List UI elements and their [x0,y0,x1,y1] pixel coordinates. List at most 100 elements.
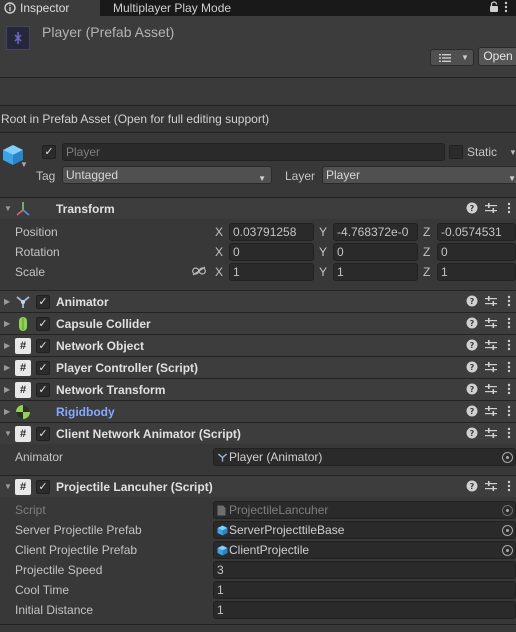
cool-time-field[interactable]: 1 [213,581,516,599]
foldout-open-icon[interactable]: ▼ [4,482,12,491]
client-projectile-field[interactable]: ClientProjectile [213,541,516,559]
preset-icon[interactable] [485,295,497,307]
filter-dropdown-button[interactable]: ▼ [430,49,474,66]
object-picker-icon[interactable] [502,525,513,536]
scale-x-field[interactable]: 1 [229,263,314,281]
component-player-controller-header[interactable]: ▶ # ✓ Player Controller (Script) ? [0,356,516,378]
axis-y-label[interactable]: Y [319,265,327,279]
axis-x-label[interactable]: X [215,225,223,239]
chevron-down-icon[interactable]: ▼ [20,160,28,169]
axis-z-label[interactable]: Z [423,225,430,239]
rotation-z-field[interactable]: 0 [437,243,516,261]
link-icon[interactable] [192,266,206,276]
preset-icon[interactable] [485,339,497,351]
preset-icon[interactable] [485,361,497,373]
lock-icon[interactable] [489,1,499,13]
svg-text:?: ? [470,385,475,394]
animator-object-field[interactable]: Player (Animator) [213,448,516,466]
component-tools: ? [466,404,516,420]
active-checkbox[interactable]: ✓ [42,145,56,159]
axis-y-label[interactable]: Y [319,245,327,259]
axis-z-label[interactable]: Z [423,265,430,279]
more-icon[interactable] [507,480,511,492]
component-transform-header[interactable]: ▼ Transform ? [0,197,516,219]
component-enabled-checkbox[interactable]: ✓ [36,339,50,353]
static-checkbox[interactable] [449,145,463,159]
component-enabled-checkbox[interactable]: ✓ [36,361,50,375]
foldout-closed-icon[interactable]: ▶ [4,297,10,306]
help-icon[interactable]: ? [466,427,478,439]
foldout-open-icon[interactable]: ▼ [4,204,12,213]
help-icon[interactable]: ? [466,383,478,395]
scale-z-field[interactable]: 1 [437,263,516,281]
chevron-down-icon: ▼ [508,174,516,183]
root-prefab-message: Root in Prefab Asset (Open for full edit… [0,106,516,132]
component-title: Transform [56,202,115,216]
object-picker-icon[interactable] [502,545,513,556]
preset-icon[interactable] [485,317,497,329]
rotation-y-field[interactable]: 0 [333,243,418,261]
component-enabled-checkbox[interactable]: ✓ [36,295,50,309]
component-enabled-checkbox[interactable]: ✓ [36,480,50,494]
object-picker-icon[interactable] [502,452,513,463]
projectile-speed-field[interactable]: 3 [213,561,516,579]
component-projectile-launcher-header[interactable]: ▼ # ✓ Projectile Lancuher (Script) ? [0,475,516,497]
position-z-field[interactable]: -0.0574531 [437,223,516,241]
svg-text:?: ? [470,363,475,372]
component-network-object-header[interactable]: ▶ # ✓ Network Object ? [0,334,516,356]
foldout-closed-icon[interactable]: ▶ [4,407,10,416]
component-enabled-checkbox[interactable]: ✓ [36,383,50,397]
more-icon[interactable] [507,339,511,351]
more-icon[interactable] [507,361,511,373]
component-rigidbody-header[interactable]: ▶ Rigidbody ? [0,400,516,422]
component-enabled-checkbox[interactable]: ✓ [36,427,50,441]
gameobject-name-field[interactable]: Player [62,143,445,161]
more-icon[interactable] [507,383,511,395]
help-icon[interactable]: ? [466,361,478,373]
tag-dropdown[interactable]: Untagged ▼ [62,166,272,184]
rotation-x-field[interactable]: 0 [229,243,314,261]
more-icon[interactable] [507,405,511,417]
preset-icon[interactable] [485,427,497,439]
foldout-closed-icon[interactable]: ▶ [4,319,10,328]
menu-icon[interactable] [504,1,508,13]
tab-multiplayer-play-mode[interactable]: Multiplayer Play Mode [113,1,231,15]
position-y-field[interactable]: -4.768372e-0 [333,223,418,241]
layer-label: Layer [285,169,316,183]
scale-y-field[interactable]: 1 [333,263,418,281]
preset-icon[interactable] [485,202,497,214]
position-x-field[interactable]: 0.03791258 [229,223,314,241]
preset-icon[interactable] [485,480,497,492]
axis-x-label[interactable]: X [215,265,223,279]
help-icon[interactable]: ? [466,295,478,307]
open-button[interactable]: Open [478,47,516,66]
foldout-open-icon[interactable]: ▼ [4,429,12,438]
foldout-closed-icon[interactable]: ▶ [4,341,10,350]
static-dropdown-icon[interactable]: ▼ [509,148,516,157]
component-animator-header[interactable]: ▶ ✓ Animator ? [0,290,516,312]
more-icon[interactable] [507,317,511,329]
axis-y-label[interactable]: Y [319,225,327,239]
help-icon[interactable]: ? [466,480,478,492]
more-icon[interactable] [507,427,511,439]
more-icon[interactable] [507,295,511,307]
tab-inspector[interactable]: Inspector [0,0,100,16]
axis-z-label[interactable]: Z [423,245,430,259]
component-network-transform-header[interactable]: ▶ # ✓ Network Transform ? [0,378,516,400]
more-icon[interactable] [507,202,511,214]
help-icon[interactable]: ? [466,405,478,417]
component-client-network-animator-header[interactable]: ▼ # ✓ Client Network Animator (Script) ? [0,422,516,444]
help-icon[interactable]: ? [466,317,478,329]
axis-x-label[interactable]: X [215,245,223,259]
preset-icon[interactable] [485,405,497,417]
preset-icon[interactable] [485,383,497,395]
foldout-closed-icon[interactable]: ▶ [4,385,10,394]
layer-dropdown[interactable]: Player ▼ [322,166,516,184]
foldout-closed-icon[interactable]: ▶ [4,363,10,372]
help-icon[interactable]: ? [466,202,478,214]
initial-distance-field[interactable]: 1 [213,601,516,619]
help-icon[interactable]: ? [466,339,478,351]
server-projectile-field[interactable]: ServerProjecttileBase [213,521,516,539]
component-enabled-checkbox[interactable]: ✓ [36,317,50,331]
component-capsule-collider-header[interactable]: ▶ ✓ Capsule Collider ? [0,312,516,334]
